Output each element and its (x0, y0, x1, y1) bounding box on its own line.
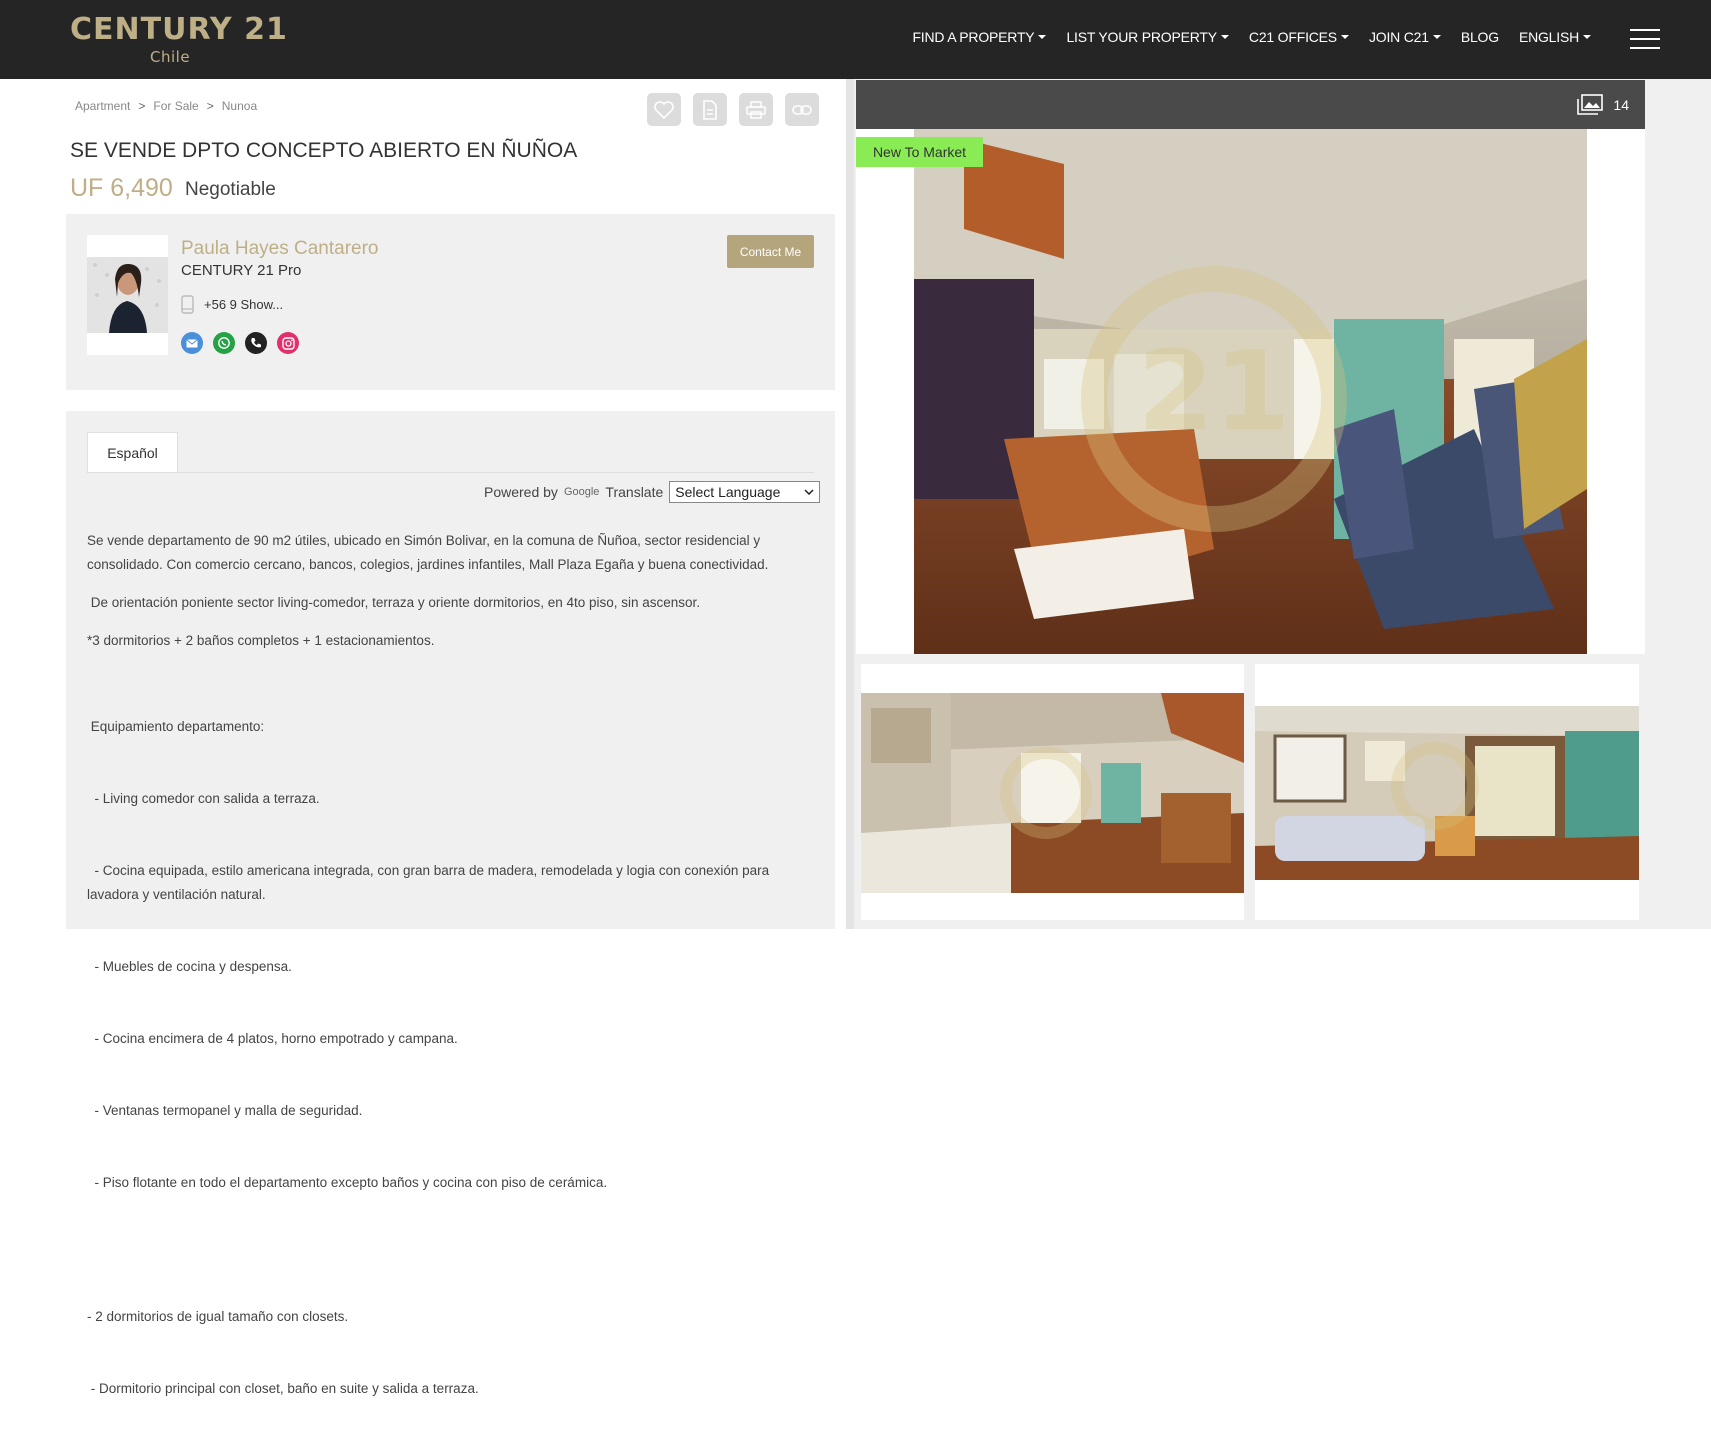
equipment-item: - Cocina equipada, estilo americana inte… (87, 863, 773, 902)
mobile-phone-icon (181, 295, 194, 314)
equipment-item: - Cocina encimera de 4 platos, horno emp… (87, 1031, 458, 1046)
google-logo: Google (563, 486, 600, 498)
caret-down-icon (1038, 35, 1047, 39)
breadcrumb-nunoa[interactable]: Nunoa (222, 99, 257, 113)
equipment-item: - Piso flotante en todo el departamento … (87, 1175, 608, 1190)
nav-find-property[interactable]: FIND A PROPERTY (912, 29, 1047, 45)
logo-text: CENTURY 21 (70, 12, 288, 47)
agent-avatar[interactable] (87, 235, 168, 355)
nav-label: JOIN C21 (1368, 29, 1429, 45)
equipment-item: - Ventanas termopanel y malla de segurid… (87, 1103, 363, 1118)
language-select[interactable]: Select Language (669, 481, 821, 503)
main-nav: FIND A PROPERTY LIST YOUR PROPERTY C21 O… (912, 29, 1591, 45)
bedroom-item: - 2 dormitorios de igual tamaño con clos… (87, 1309, 349, 1324)
share-link-button[interactable] (785, 93, 819, 126)
google-translate-widget: Powered by Google Translate Select Langu… (484, 481, 821, 503)
nav-list-property[interactable]: LIST YOUR PROPERTY (1066, 29, 1229, 45)
agent-card: Paula Hayes Cantarero CENTURY 21 Pro +56… (66, 214, 835, 390)
brochure-button[interactable] (693, 93, 727, 126)
bedrooms-list: - 2 dormitorios de igual tamaño con clos… (87, 1257, 797, 1449)
thumbnail-card (861, 664, 1244, 920)
nav-label: BLOG (1460, 29, 1499, 45)
print-button[interactable] (739, 93, 773, 126)
nav-label: ENGLISH (1518, 29, 1579, 45)
agent-company: CENTURY 21 Pro (181, 262, 302, 279)
breadcrumb-for-sale[interactable]: For Sale (153, 99, 198, 113)
email-icon[interactable] (181, 332, 203, 354)
photo-count-value: 14 (1613, 96, 1629, 113)
breadcrumb-separator: > (206, 99, 214, 113)
tab-divider (87, 472, 814, 473)
description-paragraph: *3 dormitorios + 2 baños completos + 1 e… (87, 633, 435, 648)
whatsapp-icon[interactable] (213, 332, 235, 354)
favorite-button[interactable] (647, 93, 681, 126)
caret-down-icon (1432, 35, 1441, 39)
listing-description: Se vende departamento de 90 m2 útiles, u… (87, 529, 797, 1449)
breadcrumb: Apartment > For Sale > Nunoa (75, 99, 257, 113)
gallery-scroll-gutter (846, 79, 854, 929)
nav-join-c21[interactable]: JOIN C21 (1369, 29, 1441, 45)
photo-count[interactable]: 14 (1577, 94, 1629, 115)
caret-down-icon (1340, 35, 1349, 39)
equipment-item: - Living comedor con salida a terraza. (87, 791, 320, 806)
nav-label: FIND A PROPERTY (912, 29, 1035, 45)
instagram-icon[interactable] (277, 332, 299, 354)
chevron-down-icon (804, 489, 814, 495)
contact-me-button[interactable]: Contact Me (727, 235, 814, 268)
tab-espanol[interactable]: Español (87, 432, 178, 472)
nav-language[interactable]: ENGLISH (1519, 29, 1591, 45)
new-to-market-badge: New To Market (856, 137, 983, 167)
svg-text:21: 21 (1137, 327, 1290, 455)
thumbnail-card (1255, 664, 1639, 920)
language-select-value: Select Language (675, 484, 781, 500)
gallery-header: 14 (856, 80, 1645, 129)
nav-label: C21 OFFICES (1248, 29, 1337, 45)
equipment-list: Equipamiento departamento: - Living come… (87, 667, 797, 1243)
equipment-item: - Muebles de cocina y despensa. (87, 959, 292, 974)
thumbnail-photo[interactable] (1255, 706, 1639, 880)
description-paragraph: Se vende departamento de 90 m2 útiles, u… (87, 533, 769, 572)
breadcrumb-separator: > (138, 99, 146, 113)
bedroom-item: - Dormitorio principal con closet, baño … (87, 1381, 479, 1396)
price-note: Negotiable (185, 179, 276, 200)
powered-by-label: Powered by (484, 484, 558, 500)
main-photo-frame: 21 (856, 129, 1645, 654)
gallery-icon (1577, 94, 1604, 115)
agent-social-links (181, 332, 299, 354)
breadcrumb-apartment[interactable]: Apartment (75, 99, 130, 113)
phone-icon[interactable] (245, 332, 267, 354)
description-card: Español Powered by Google Translate Sele… (66, 411, 835, 1396)
nav-label: LIST YOUR PROPERTY (1066, 29, 1217, 45)
century21-logo[interactable]: CENTURY 21 Chile (70, 12, 287, 68)
link-icon (792, 104, 812, 115)
thumbnail-photo[interactable] (861, 693, 1244, 893)
caret-down-icon (1220, 35, 1229, 39)
listing-title: SE VENDE DPTO CONCEPTO ABIERTO EN ÑUÑOA (70, 139, 578, 162)
description-paragraph: De orientación poniente sector living-co… (87, 595, 701, 610)
agent-phone[interactable]: +56 9 Show... (204, 297, 283, 312)
hamburger-icon[interactable] (1630, 29, 1660, 49)
listing-price: UF 6,490 (70, 174, 173, 202)
translate-label: Translate (605, 484, 664, 500)
main-listing-photo[interactable]: 21 (914, 129, 1587, 654)
heart-icon (654, 100, 674, 119)
caret-down-icon (1583, 35, 1591, 39)
nav-c21-offices[interactable]: C21 OFFICES (1249, 29, 1349, 45)
equipment-heading: Equipamiento departamento: (87, 719, 265, 734)
print-icon (746, 100, 766, 119)
top-header: CENTURY 21 Chile FIND A PROPERTY LIST YO… (0, 0, 1711, 79)
agent-name[interactable]: Paula Hayes Cantarero (181, 238, 379, 260)
agent-phone-row[interactable]: +56 9 Show... (181, 295, 283, 314)
listing-actions (647, 93, 819, 126)
document-icon (703, 99, 717, 120)
nav-blog[interactable]: BLOG (1461, 29, 1499, 45)
logo-region: Chile (150, 48, 191, 66)
